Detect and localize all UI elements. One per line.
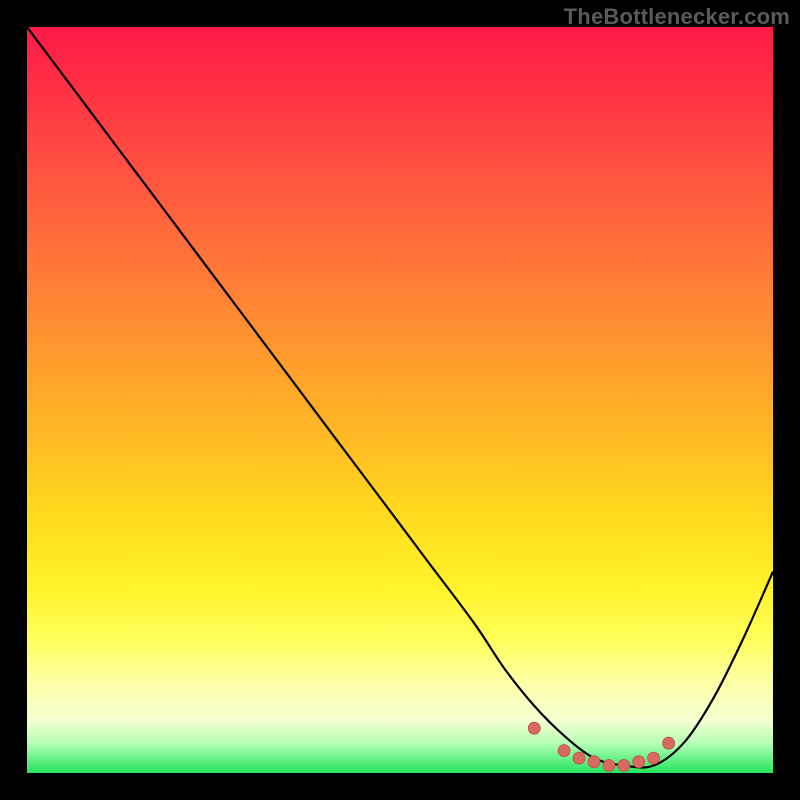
chart-frame: TheBottlenecker.com: [0, 0, 800, 800]
plot-area: [27, 27, 773, 773]
valley-marker: [528, 722, 540, 734]
valley-marker: [558, 745, 570, 757]
curve-svg: [27, 27, 773, 773]
valley-marker: [603, 760, 615, 772]
marker-group: [528, 722, 674, 771]
valley-marker: [633, 756, 645, 768]
valley-marker: [618, 760, 630, 772]
valley-marker: [588, 756, 600, 768]
bottleneck-curve: [27, 27, 773, 768]
valley-marker: [573, 752, 585, 764]
valley-marker: [663, 737, 675, 749]
valley-marker: [648, 752, 660, 764]
